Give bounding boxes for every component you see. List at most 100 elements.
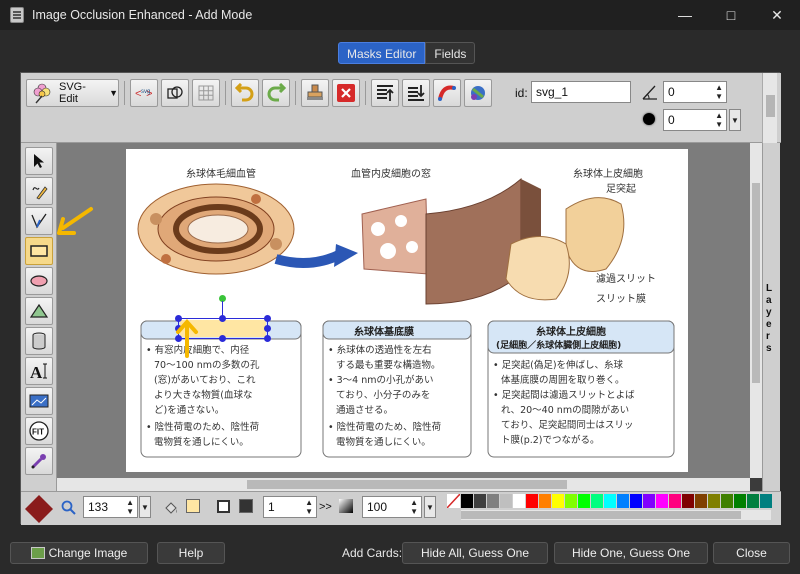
ellipse-tool-button[interactable]: [25, 267, 53, 295]
svg-text:ており、小分子のみを: ており、小分子のみを: [336, 390, 430, 401]
navigate-icon[interactable]: [25, 495, 53, 523]
layers-label: Layers: [766, 283, 775, 354]
palette-color-swatch[interactable]: [617, 494, 630, 508]
maximize-button[interactable]: □: [708, 0, 754, 30]
fill-color-swatch[interactable]: [186, 499, 200, 513]
palette-color-swatch[interactable]: [695, 494, 708, 508]
undo-button[interactable]: [231, 79, 259, 107]
wireframe-icon: [167, 86, 183, 99]
palette-color-swatch[interactable]: [474, 494, 487, 508]
palette-color-swatch[interactable]: [526, 494, 539, 508]
change-image-button[interactable]: Change Image: [10, 542, 148, 564]
shape-library-button[interactable]: [25, 327, 53, 355]
zoom-input[interactable]: 133 ▲ ▼: [83, 496, 138, 518]
palette-color-swatch[interactable]: [656, 494, 669, 508]
blur-input[interactable]: 0 ▲ ▼: [663, 109, 727, 131]
tab-fields[interactable]: Fields: [425, 42, 476, 64]
stroke-width-input[interactable]: 1 ▲ ▼: [263, 496, 317, 518]
scroll-thumb[interactable]: [752, 183, 760, 383]
close-window-button[interactable]: ✕: [754, 0, 800, 30]
opacity-input[interactable]: 100 ▲ ▼: [362, 496, 422, 518]
close-button[interactable]: Close: [713, 542, 790, 564]
eyedropper-tool-button[interactable]: [25, 447, 53, 475]
hide-one-guess-one-button[interactable]: Hide One, Guess One: [554, 542, 708, 564]
select-tool-button[interactable]: [25, 147, 53, 175]
wireframe-button[interactable]: [161, 79, 189, 107]
angle-input[interactable]: 0 ▲ ▼: [663, 81, 727, 103]
palette-color-swatch[interactable]: [682, 494, 695, 508]
palette-color-swatch[interactable]: [461, 494, 474, 508]
convert-to-path-button[interactable]: [433, 79, 461, 107]
window-controls: — □ ✕: [662, 0, 800, 30]
minimize-button[interactable]: —: [662, 0, 708, 30]
palette-color-swatch[interactable]: [565, 494, 578, 508]
stroke-style-button[interactable]: >>: [319, 501, 332, 513]
scroll-thumb[interactable]: [461, 511, 741, 519]
toolbar-scrollbar[interactable]: [762, 73, 777, 143]
palette-color-swatch[interactable]: [604, 494, 617, 508]
move-to-top-button[interactable]: [371, 79, 399, 107]
spinner-arrows-icon[interactable]: ▲ ▼: [715, 83, 723, 101]
palette-color-swatch[interactable]: [669, 494, 682, 508]
resize-handle[interactable]: [219, 335, 226, 342]
line-tool-button[interactable]: [25, 207, 53, 235]
redo-button[interactable]: [262, 79, 290, 107]
clone-button[interactable]: [301, 79, 329, 107]
svg-text:ど)を通さない。: ど)を通さない。: [154, 405, 224, 416]
resize-handle[interactable]: [264, 335, 271, 342]
canvas-horizontal-scrollbar[interactable]: [57, 478, 750, 491]
stroke-icon: [217, 500, 230, 513]
help-button[interactable]: Help: [157, 542, 225, 564]
delete-button[interactable]: [332, 79, 360, 107]
blur-value: 0: [668, 113, 675, 127]
id-input[interactable]: svg_1: [531, 81, 631, 103]
palette-color-swatch[interactable]: [721, 494, 734, 508]
spinner-arrows-icon[interactable]: ▲ ▼: [126, 498, 134, 516]
hide-all-guess-one-button[interactable]: Hide All, Guess One: [402, 542, 548, 564]
layers-panel-tab[interactable]: Layers: [762, 143, 780, 491]
tab-masks-editor[interactable]: Masks Editor: [338, 42, 426, 64]
opacity-dropdown-button[interactable]: ▼: [424, 496, 436, 518]
blur-dropdown-button[interactable]: ▼: [729, 109, 741, 131]
text-tool-button[interactable]: A: [25, 357, 53, 385]
top-toolbar: SVG-Edit ▼ < > svg id: svg_1 0 ▲ ▼ 0 ▲ ▼…: [21, 73, 781, 143]
rectangle-tool-button[interactable]: [25, 237, 53, 265]
palette-color-swatch[interactable]: [591, 494, 604, 508]
polygon-tool-button[interactable]: [25, 297, 53, 325]
palette-color-swatch[interactable]: [708, 494, 721, 508]
palette-color-swatch[interactable]: [643, 494, 656, 508]
resize-handle[interactable]: [264, 325, 271, 332]
spinner-arrows-icon[interactable]: ▲ ▼: [305, 498, 313, 516]
palette-color-swatch[interactable]: [513, 494, 526, 508]
source-button[interactable]: < > svg: [130, 79, 158, 107]
svgedit-menu-button[interactable]: SVG-Edit ▼: [26, 79, 119, 107]
move-to-bottom-button[interactable]: [402, 79, 430, 107]
scroll-thumb[interactable]: [766, 95, 775, 117]
ellipse-icon: [30, 275, 48, 287]
palette-scrollbar[interactable]: [461, 510, 771, 520]
palette-color-swatch[interactable]: [487, 494, 500, 508]
resize-handle[interactable]: [264, 315, 271, 322]
zoom-dropdown-button[interactable]: ▼: [139, 496, 151, 518]
canvas-vertical-scrollbar[interactable]: [750, 143, 762, 478]
palette-color-swatch[interactable]: [552, 494, 565, 508]
drawing-canvas[interactable]: 糸球体毛細血管 血管内皮細胞の窓 糸球体上皮細胞 足突起 濾過スリット スリット…: [57, 143, 750, 478]
change-image-label: Change Image: [48, 546, 128, 560]
palette-color-swatch[interactable]: [734, 494, 747, 508]
palette-color-swatch[interactable]: [760, 494, 773, 508]
palette-color-swatch[interactable]: [500, 494, 513, 508]
palette-color-swatch[interactable]: [539, 494, 552, 508]
spinner-arrows-icon[interactable]: ▲ ▼: [410, 498, 418, 516]
grid-button[interactable]: [192, 79, 220, 107]
spinner-arrows-icon[interactable]: ▲ ▼: [715, 111, 723, 129]
zoom-fit-button[interactable]: FIT: [25, 417, 53, 445]
palette-color-swatch[interactable]: [578, 494, 591, 508]
pencil-tool-button[interactable]: [25, 177, 53, 205]
reorient-button[interactable]: [464, 79, 492, 107]
image-tool-button[interactable]: [25, 387, 53, 415]
palette-color-swatch[interactable]: [630, 494, 643, 508]
stroke-color-swatch[interactable]: [239, 499, 253, 513]
palette-color-swatch[interactable]: [747, 494, 760, 508]
scroll-thumb[interactable]: [247, 480, 567, 489]
no-color-swatch[interactable]: [447, 494, 460, 508]
